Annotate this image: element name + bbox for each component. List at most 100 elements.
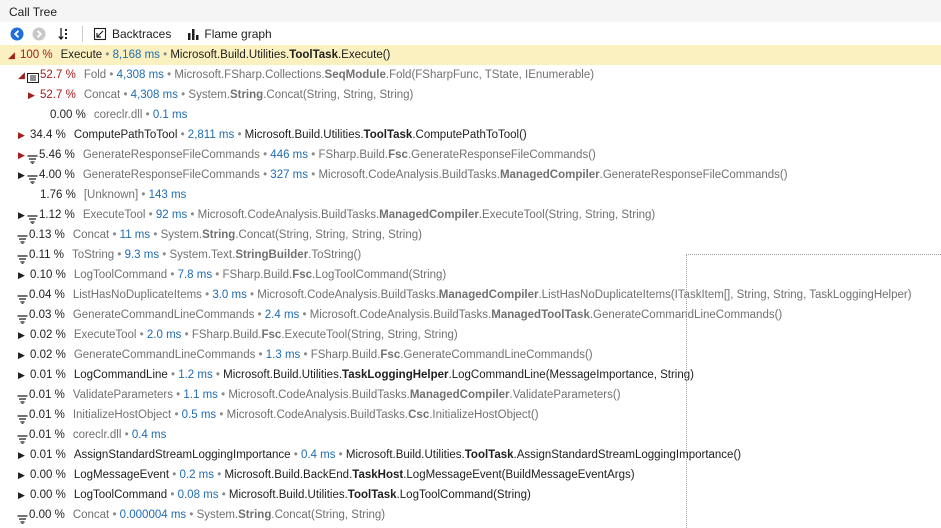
separator: • [254, 309, 265, 321]
expand-toggle-closed-icon[interactable]: ▶ [16, 465, 27, 485]
time-value: 0.4 ms [131, 429, 167, 441]
function-name: ToString [71, 249, 115, 261]
signature: Microsoft.Build.Utilities.ToolTask.Compu… [245, 125, 527, 145]
tree-row[interactable]: ▶0.13 %Concat • 11 ms • System.String.Co… [0, 225, 941, 245]
method-signature: .GenerateResponseFileCommands() [599, 169, 788, 181]
filter-icon [27, 171, 38, 184]
flame-graph-button[interactable]: Flame graph [185, 24, 273, 44]
percent: 0.00 % [29, 509, 65, 521]
tree-row[interactable]: ◢ 100 % Execute • 8,168 ms • Microsoft.Bui… [0, 45, 941, 65]
tree-row[interactable]: ▶ 0.02 % GenerateCommandLineCommands • 1.3… [0, 345, 941, 365]
tree-row[interactable]: ▶ 0.00 % LogToolCommand • 0.08 ms • Micros… [0, 485, 941, 505]
tree-row[interactable]: ▶ 0.00 % LogMessageEvent • 0.2 ms • Micros… [0, 465, 941, 485]
percent: 0.02 % [30, 329, 66, 341]
backtraces-label: Backtraces [112, 27, 172, 41]
tree-row[interactable]: ▶ 0.01 % LogCommandLine • 1.2 ms • Microso… [0, 365, 941, 385]
expand-toggle-closed-icon[interactable]: ▶ [16, 345, 27, 365]
tree-row[interactable]: ◢ 52.7 % Fold • 4,308 ms • Microsoft.FShar… [0, 65, 941, 85]
function-name: GenerateResponseFileCommands [82, 169, 260, 181]
tree-row[interactable]: ▶0.01 %ValidateParameters • 1.1 ms • Mic… [0, 385, 941, 405]
percent: 0.11 % [29, 249, 64, 261]
dotted-divider [686, 254, 687, 528]
time-value: 143 ms [148, 189, 187, 201]
time-value: 2.0 ms [146, 329, 182, 341]
signature: System.String.Concat(String, String, Str… [161, 225, 422, 245]
separator: • [106, 69, 117, 81]
expand-toggle-open-icon[interactable]: ◢ [16, 65, 27, 85]
time-value: 7.8 ms [177, 269, 213, 281]
expand-toggle-closed-icon[interactable]: ▶ [16, 365, 27, 385]
separator: • [300, 349, 311, 361]
signature: Microsoft.CodeAnalysis.BuildTasks.Manage… [318, 165, 787, 185]
method-signature: .ToString() [308, 249, 362, 261]
class-name: Csc [408, 409, 430, 421]
expand-toggle-closed-icon[interactable]: ▶ [16, 165, 27, 185]
time-value: 0.1 ms [152, 109, 188, 121]
tree-row[interactable]: ▶0.04 %ListHasNoDuplicateItems • 3.0 ms … [0, 285, 941, 305]
flame-graph-icon [188, 29, 199, 40]
tree-row[interactable]: ▶0.03 %GenerateCommandLineCommands • 2.4… [0, 305, 941, 325]
tree-row[interactable]: ▶ 4.00 % GenerateResponseFileCommands • 32… [0, 165, 941, 185]
namespace: Microsoft.CodeAnalysis.BuildTasks. [318, 169, 500, 181]
signature: Microsoft.CodeAnalysis.BuildTasks.Manage… [257, 285, 911, 305]
signature: FSharp.Build.Fsc.ExecuteTool(String, Str… [192, 325, 458, 345]
namespace: Microsoft.Build.Utilities. [170, 49, 290, 61]
tree-row[interactable]: ▶ 5.46 % GenerateResponseFileCommands • 44… [0, 145, 941, 165]
tree-row[interactable]: ▶ 52.7 % Concat • 4,308 ms • System.String… [0, 85, 941, 105]
separator: • [201, 289, 213, 301]
backtraces-icon [93, 27, 107, 41]
filter-icon [17, 251, 28, 264]
tree-row[interactable]: ▶0.11 %ToString • 9.3 ms • System.Text.S… [0, 245, 941, 265]
separator: • [290, 449, 301, 461]
tree-row[interactable]: ▶ 0.01 % AssignStandardStreamLoggingImport… [0, 445, 941, 465]
expand-toggle-closed-icon[interactable]: ▶ [16, 265, 27, 285]
class-name: String [202, 229, 236, 241]
namespace: Microsoft.Build.Utilities. [223, 369, 343, 381]
expand-toggle-closed-icon[interactable]: ▶ [26, 85, 37, 105]
expand-toggle-closed-icon[interactable]: ▶ [16, 145, 27, 165]
class-name: SeqModule [324, 69, 386, 81]
separator: • [138, 189, 149, 201]
namespace: Microsoft.Build.Utilities. [244, 129, 364, 141]
tree-row[interactable]: ▶1.76 %[Unknown] • 143 ms [0, 185, 941, 205]
function-name: ValidateParameters [72, 389, 173, 401]
signature: Microsoft.Build.Utilities.TaskLoggingHel… [223, 365, 694, 385]
expand-toggle-closed-icon[interactable]: ▶ [16, 125, 27, 145]
panel-title: Call Tree [9, 5, 58, 19]
expand-toggle-closed-icon[interactable]: ▶ [16, 205, 27, 225]
tree-row[interactable]: ▶ 0.02 % ExecuteTool • 2.0 ms • FSharp.Bui… [0, 325, 941, 345]
tree-row[interactable]: ▶ 0.10 % LogToolCommand • 7.8 ms • FSharp.… [0, 265, 941, 285]
expand-toggle-closed-icon[interactable]: ▶ [16, 325, 27, 345]
tree-row[interactable]: ▶0.01 %coreclr.dll • 0.4 ms [0, 425, 941, 445]
method-signature: .ListHasNoDuplicateItems(ITaskItem[], St… [538, 289, 912, 301]
signature: Microsoft.CodeAnalysis.BuildTasks.Manage… [228, 385, 620, 405]
class-name: TaskLoggingHelper [342, 369, 449, 381]
time-value: 327 ms [270, 169, 309, 181]
sort-button[interactable] [56, 24, 74, 44]
forward-button[interactable] [30, 24, 48, 44]
separator: • [187, 209, 198, 221]
expand-toggle-closed-icon[interactable]: ▶ [16, 485, 27, 505]
namespace: System.Text. [169, 249, 236, 261]
back-button[interactable] [8, 24, 26, 44]
tree-row[interactable]: ▶0.00 %Concat • 0.000004 ms • System.Str… [0, 505, 941, 525]
class-name: ManagedCompiler [409, 389, 510, 401]
back-arrow-icon [10, 27, 24, 41]
function-name: AssignStandardStreamLoggingImportance [73, 449, 291, 461]
tree-row[interactable]: ▶0.01 %InitializeHostObject • 0.5 ms • M… [0, 405, 941, 425]
separator: • [163, 69, 175, 81]
function-name: Execute [60, 49, 103, 61]
method-signature: .Concat(String, String, String) [263, 89, 414, 101]
backtraces-button[interactable]: Backtraces [91, 24, 173, 44]
time-value: 9.3 ms [124, 249, 160, 261]
method-signature: .ComputePathToTool() [412, 129, 527, 141]
tree-row[interactable]: ▶0.00 %coreclr.dll • 0.1 ms [0, 105, 941, 125]
separator: • [308, 149, 319, 161]
tree-row[interactable]: ▶ 34.4 % ComputePathToTool • 2,811 ms • Mi… [0, 125, 941, 145]
tree-row[interactable]: ▶ 1.12 % ExecuteTool • 92 ms • Microsoft.C… [0, 205, 941, 225]
namespace: Microsoft.FSharp.Collections. [174, 69, 325, 81]
expand-toggle-closed-icon[interactable]: ▶ [16, 445, 27, 465]
expand-toggle-open-icon[interactable]: ◢ [6, 45, 17, 65]
function-name: Fold [83, 69, 107, 81]
namespace: FSharp.Build. [318, 149, 389, 161]
